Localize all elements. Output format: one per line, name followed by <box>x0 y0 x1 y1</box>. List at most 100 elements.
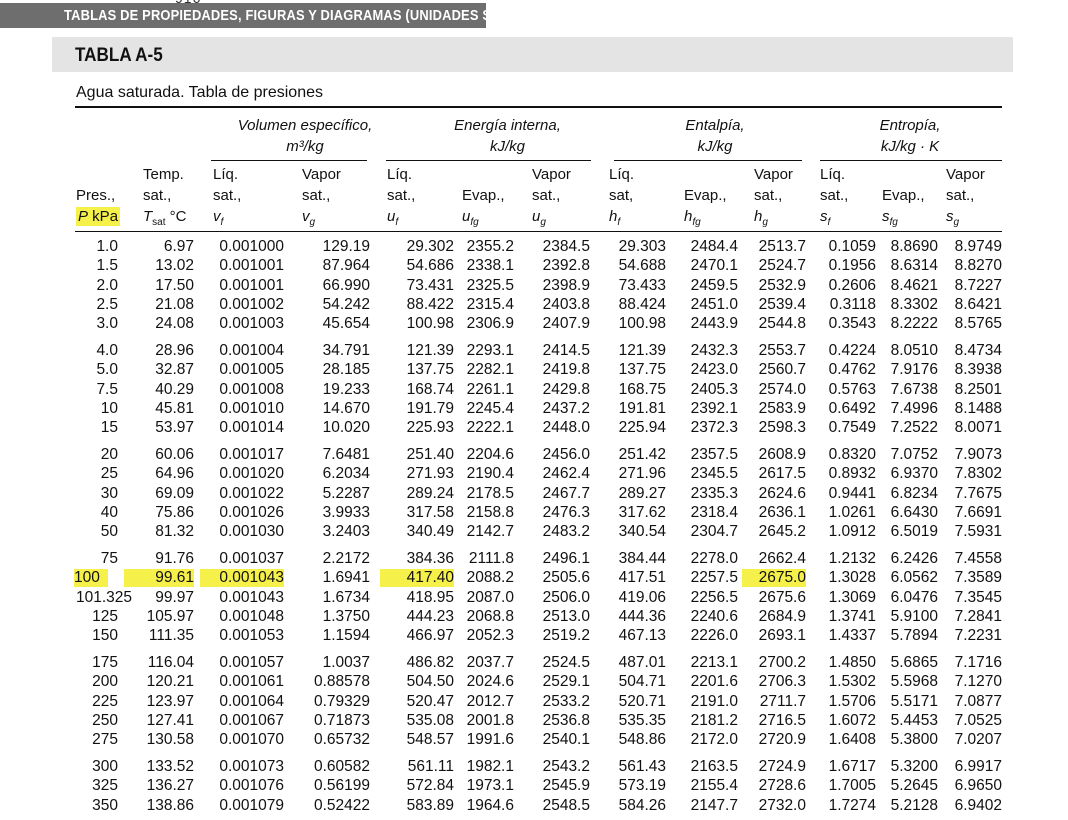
table-cell: 0.001037 <box>219 550 284 567</box>
table-cell: 317.62 <box>618 503 666 521</box>
table-cell: 0.001061 <box>219 673 284 691</box>
table-cell: 32.87 <box>155 361 194 379</box>
table-cell: 444.23 <box>406 607 454 625</box>
table-row: 200 120.21 0.001061 0.88578 504.50 2024.6 2529… <box>0 673 1068 692</box>
table-cell: 8.2501 <box>954 380 1002 398</box>
table-row: 2.5 21.08 0.001002 54.242 88.422 2315.4 2403.8… <box>0 296 1068 315</box>
table-cell: 2496.1 <box>542 550 590 567</box>
table-cell: 2645.2 <box>758 523 806 541</box>
column-header-symbol: Tsat °C <box>143 208 187 228</box>
group-rule-entropia <box>820 160 1002 161</box>
table-cell: 24.08 <box>155 315 194 333</box>
group-volumen: Volumen específico, m³/kg <box>210 115 400 157</box>
table-cell: 2598.3 <box>758 419 806 437</box>
table-cell: 486.82 <box>406 654 454 671</box>
table-cell: 2158.8 <box>466 503 514 521</box>
table-cell: 2443.9 <box>690 315 738 333</box>
table-cell: 2684.9 <box>758 607 806 625</box>
table-cell: 69.09 <box>155 484 194 502</box>
table-cell: 7.7675 <box>954 484 1002 502</box>
table-cell: 2222.1 <box>466 419 514 437</box>
table-cell: 2.2172 <box>322 550 370 567</box>
highlighted-pressure-header: P kPa <box>76 207 121 226</box>
group-entalpia-units: kJ/kg <box>697 138 733 155</box>
table-cell: 66.990 <box>322 276 370 294</box>
column-header-symbol: P kPa <box>76 206 121 227</box>
table-cell: 0.001043 <box>200 569 284 588</box>
table-cell: 2111.8 <box>468 550 514 567</box>
table-cell: 2583.9 <box>758 399 806 417</box>
table-cell: 1.5 <box>96 257 118 275</box>
group-entropia-units: kJ/kg · K <box>880 138 940 155</box>
table-row: 100 99.61 0.001043 1.6941 417.40 2088.2 2505.6… <box>0 569 1068 588</box>
table-row: 1.0 6.97 0.001000 129.19 29.302 2355.2 2384.5 2… <box>0 238 1068 257</box>
table-cell: 75.86 <box>155 503 194 521</box>
table-cell: 5.7894 <box>890 627 938 645</box>
table-cell: 0.001001 <box>219 257 284 275</box>
column-header-symbol: ufg <box>462 208 479 228</box>
table-cell: 2.5 <box>96 295 118 313</box>
table-cell: 0.001020 <box>219 465 284 483</box>
group-entalpia: Entalpía, kJ/kg <box>610 115 820 157</box>
table-cell: 125 <box>92 607 118 625</box>
table-cell: 0.5763 <box>828 380 876 398</box>
table-row: 1.5 13.02 0.001001 87.964 54.686 2338.1 2392.8… <box>0 257 1068 276</box>
table-cell: 7.9176 <box>890 361 938 379</box>
table-cell: 200 <box>92 673 118 691</box>
table-cell: 88.424 <box>618 295 666 313</box>
table-row: 25 64.96 0.001020 6.2034 271.93 2190.4 2462.4 2… <box>0 465 1068 484</box>
table-cell: 2483.2 <box>542 523 590 541</box>
column-header-line2: sat., <box>143 187 172 204</box>
table-cell: 8.2222 <box>890 315 938 333</box>
table-row: 225 123.97 0.001064 0.79329 520.47 2012.7 2533… <box>0 693 1068 712</box>
table-cell: 40 <box>100 503 118 521</box>
table-cell: 1.5706 <box>828 692 876 710</box>
table-cell: 561.11 <box>407 758 454 775</box>
table-cell: 7.6738 <box>890 380 938 398</box>
table-cell: 2543.2 <box>542 758 590 775</box>
table-cell: 30 <box>100 484 118 502</box>
table-cell: 28.185 <box>322 361 370 379</box>
table-cell: 487.01 <box>618 654 666 671</box>
table-cell: 6.5019 <box>890 523 938 541</box>
column-header-line2: Evap., <box>684 187 727 204</box>
table-cell: 3.0 <box>96 315 118 333</box>
table-cell: 7.2522 <box>890 419 938 437</box>
table-cell: 0.56199 <box>313 777 370 795</box>
table-cell: 2357.5 <box>690 446 738 463</box>
column-header-symbol: hfg <box>684 208 701 228</box>
table-cell: 2.0 <box>96 276 118 294</box>
table-cell: 130.58 <box>146 731 194 749</box>
table-cell: 7.2231 <box>954 627 1002 645</box>
table-cell: 340.49 <box>406 523 454 541</box>
table-cell: 2087.0 <box>466 588 514 606</box>
table-cell: 40.29 <box>155 380 194 398</box>
table-cell: 168.75 <box>618 380 666 398</box>
table-cell: 7.8302 <box>954 465 1002 483</box>
table-cell: 225.93 <box>406 419 454 437</box>
table-cell: 0.4762 <box>828 361 876 379</box>
table-cell: 2355.2 <box>466 238 514 255</box>
column-header-line2: sat., <box>213 187 242 204</box>
table-cell: 20 <box>100 446 118 463</box>
table-row: 2.0 17.50 0.001001 66.990 73.431 2325.5 2398.9… <box>0 277 1068 296</box>
column-header-line2: sat., <box>754 187 783 204</box>
table-cell: 0.001057 <box>219 654 284 671</box>
column-header-line2: sat., <box>387 187 416 204</box>
table-cell: 1.2132 <box>828 550 876 567</box>
table-cell: 2261.1 <box>466 380 514 398</box>
table-cell: 466.97 <box>406 627 454 645</box>
table-cell: 6.8234 <box>890 484 938 502</box>
table-cell: 6.2426 <box>890 550 938 567</box>
table-row: 125 105.97 0.001048 1.3750 444.23 2068.8 2513.… <box>0 608 1068 627</box>
table-cell: 1.0912 <box>828 523 876 541</box>
table-cell: 7.1716 <box>954 654 1002 671</box>
table-cell: 2068.8 <box>466 607 514 625</box>
column-header-symbol: sg <box>946 208 960 228</box>
table-cell: 133.52 <box>146 758 194 775</box>
table-cell: 54.686 <box>406 257 454 275</box>
table-cell: 1.7005 <box>828 777 876 795</box>
table-cell: 73.433 <box>618 276 666 294</box>
table-cell: 81.32 <box>155 523 194 541</box>
table-cell: 2345.5 <box>690 465 738 483</box>
